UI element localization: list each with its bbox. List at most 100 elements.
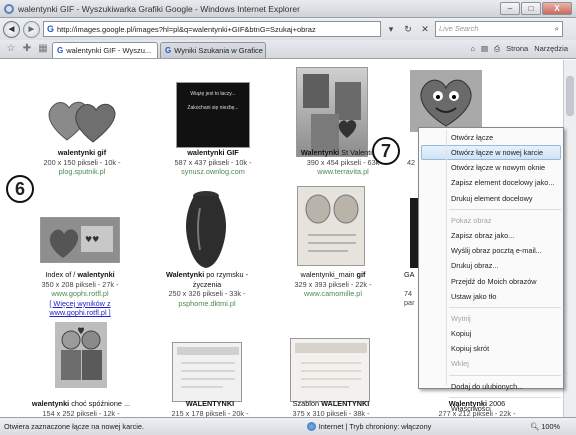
menu-item-print-picture[interactable]: Drukuj obraz... <box>419 258 563 273</box>
maximize-button[interactable]: □ <box>521 2 541 15</box>
result-item[interactable]: Walentynki po rzymsku - życzenia 250 x 3… <box>142 270 272 308</box>
menu-item-properties[interactable]: Właściwości <box>419 401 563 416</box>
thumbnail-cartoon-couple[interactable] <box>55 322 107 388</box>
result-item[interactable]: walentynki_main gif 329 x 393 pikseli - … <box>268 270 398 299</box>
result-title-rest[interactable]: Index of / <box>45 270 77 279</box>
thumbnail-st-valentine[interactable] <box>296 67 368 157</box>
result-title-rest[interactable]: po rzymsku - <box>204 270 248 279</box>
result-title[interactable]: walentynki <box>77 270 114 279</box>
result-item[interactable]: Szablon WALENTYNKI 375 x 310 pikseli - 3… <box>266 399 396 417</box>
address-dropdown-icon[interactable]: ▾ <box>384 21 398 37</box>
tools-menu[interactable]: Narzędzia <box>534 44 568 54</box>
result-meta: 375 x 310 pikseli - 38k - <box>292 408 370 417</box>
result-site[interactable]: synusz.ownlog.com <box>148 167 278 177</box>
menu-separator <box>449 306 561 308</box>
menu-item-copy[interactable]: Kopiuj <box>419 326 563 341</box>
result-title[interactable]: WALENTYNKI <box>321 399 369 408</box>
result-item[interactable]: walentynki gif 200 x 150 pikseli - 10k -… <box>17 148 147 177</box>
result-meta: 200 x 150 pikseli - 10k - <box>43 157 121 167</box>
tab-walentynki[interactable]: G walentynki GIF - Wyszu... ✕ <box>52 42 158 58</box>
menu-item-print-target[interactable]: Drukuj element docelowy <box>419 191 563 206</box>
tab-label: walentynki GIF - Wyszu... <box>66 46 152 55</box>
stop-icon[interactable]: ✕ <box>418 21 432 37</box>
tab-wyniki[interactable]: G Wyniki Szukania w Grafice ... <box>160 42 266 58</box>
menu-item-email-picture[interactable]: Wyślij obraz pocztą e-mail... <box>419 243 563 258</box>
zoom-icon: 🔍︎ <box>530 422 540 431</box>
zoom-value: 100% <box>541 422 560 431</box>
search-input[interactable]: Live Search ⌕ <box>435 21 563 37</box>
thumbnail-walentynki-main[interactable] <box>297 186 365 266</box>
menu-item-open-link[interactable]: Otwórz łącze <box>419 130 563 145</box>
menu-separator <box>449 374 561 376</box>
address-toolbar: ◄ ► G http://images.google.pl/images?hl=… <box>0 18 576 40</box>
result-site[interactable]: www.terravita.pl <box>268 167 418 177</box>
menu-item-open-in-new-tab[interactable]: Otwórz łącze w nowej karcie <box>421 145 561 161</box>
result-item[interactable]: WALENTYNKI 215 x 178 pikseli - 20k - <box>145 399 275 417</box>
thumbnail-hearts[interactable] <box>45 92 119 146</box>
thumbnail-cartoon-heart[interactable] <box>410 70 482 132</box>
menu-item-my-pictures[interactable]: Przejdź do Moich obrazów <box>419 274 563 289</box>
more-results-link[interactable]: [ Więcej wyników z <box>15 299 145 309</box>
callout-seven: 7 <box>372 137 400 165</box>
thumbnail-black-card[interactable]: Wiążę jest to łaczy... Zakochani się nie… <box>176 82 250 148</box>
refresh-icon[interactable]: ↻ <box>401 21 415 37</box>
favorites-star-icon[interactable]: ☆ <box>4 42 18 56</box>
add-favorites-icon[interactable]: ✚ <box>20 42 34 56</box>
menu-item-save-target[interactable]: Zapisz element docelowy jako... <box>419 175 563 190</box>
scrollbar-thumb[interactable] <box>566 76 574 116</box>
result-title[interactable]: walentynki gif <box>58 148 106 157</box>
menu-item-open-in-new-window[interactable]: Otwórz łącze w nowym oknie <box>419 160 563 175</box>
result-item[interactable]: walentynki GIF 587 x 437 pikseli - 10k -… <box>148 148 278 177</box>
result-title[interactable]: Walentynki <box>301 148 339 157</box>
result-site[interactable]: psphome.dktmi.pl <box>142 299 272 309</box>
minimize-button[interactable]: – <box>500 2 520 15</box>
menu-item-save-picture[interactable]: Zapisz obraz jako... <box>419 228 563 243</box>
result-site[interactable]: www.gophi.rotfl.pl <box>15 289 145 299</box>
address-field[interactable]: G http://images.google.pl/images?hl=pl&q… <box>43 21 381 37</box>
forward-button[interactable]: ► <box>23 20 40 38</box>
result-title-rest[interactable]: Szablon <box>293 399 321 408</box>
zoom-level[interactable]: 🔍︎ 100% <box>506 422 576 431</box>
result-title-rest[interactable]: choć spóźnione ... <box>69 399 130 408</box>
page-menu[interactable]: Strona <box>506 44 528 54</box>
result-site[interactable]: plog.sputnik.pl <box>17 167 147 177</box>
callout-six: 6 <box>6 175 34 203</box>
tab-bar: ☆ ✚ ▦ G walentynki GIF - Wyszu... ✕ G Wy… <box>0 40 576 59</box>
vertical-scrollbar[interactable] <box>563 60 576 417</box>
print-icon[interactable]: ⎙ <box>494 44 500 54</box>
close-button[interactable]: X <box>542 2 572 15</box>
close-tab-icon[interactable]: ✕ <box>157 43 158 58</box>
thumbnail-amphora[interactable] <box>172 188 240 270</box>
thumbnail-szablon[interactable] <box>290 338 370 402</box>
result-item[interactable]: walentynki choć spóźnione ... 154 x 252 … <box>16 399 146 417</box>
google-favicon-icon: G <box>47 24 55 34</box>
google-favicon-icon: G <box>165 46 172 55</box>
home-icon[interactable]: ⌂ <box>471 44 476 54</box>
window-controls: – □ X <box>500 2 572 15</box>
result-title[interactable]: walentynki <box>32 399 69 408</box>
result-title[interactable]: gif <box>357 270 366 279</box>
result-meta: 154 x 252 pikseli - 12k - <box>42 408 120 417</box>
result-meta: 329 x 393 pikseli - 22k - <box>294 279 372 289</box>
result-title-rest[interactable]: walentynki_main <box>301 270 357 279</box>
menu-separator <box>449 396 561 398</box>
tab-list-icon[interactable]: ▦ <box>36 42 50 56</box>
result-title-line2[interactable]: życzenia <box>142 280 272 290</box>
thumbnail-walentynki-doc[interactable] <box>172 342 242 402</box>
tab-label: Wyniki Szukania w Grafice ... <box>174 46 266 55</box>
menu-item-add-favorites[interactable]: Dodaj do ulubionych... <box>419 379 563 394</box>
result-title[interactable]: walentynki GIF <box>187 148 239 157</box>
feeds-icon[interactable]: ▤ <box>481 44 488 54</box>
result-title[interactable]: WALENTYNKI <box>186 399 234 408</box>
result-meta: 215 x 178 pikseli - 20k - <box>171 408 249 417</box>
menu-item-copy-shortcut[interactable]: Kopiuj skrót <box>419 341 563 356</box>
result-site[interactable]: www.camomille.pl <box>268 289 398 299</box>
security-zone[interactable]: Internet | Tryb chroniony: włączony <box>232 422 506 431</box>
menu-item-set-background[interactable]: Ustaw jako tło <box>419 289 563 304</box>
back-button[interactable]: ◄ <box>3 20 20 38</box>
result-item[interactable]: Index of / walentynki 350 x 208 pikseli … <box>15 270 145 318</box>
more-results-link-site[interactable]: www.gophi.rotfl.pl ] <box>15 308 145 318</box>
thumbnail-index-card[interactable]: ♥♥ <box>40 217 120 263</box>
search-icon[interactable]: ⌕ <box>555 22 559 36</box>
result-title[interactable]: Walentynki <box>166 270 204 279</box>
